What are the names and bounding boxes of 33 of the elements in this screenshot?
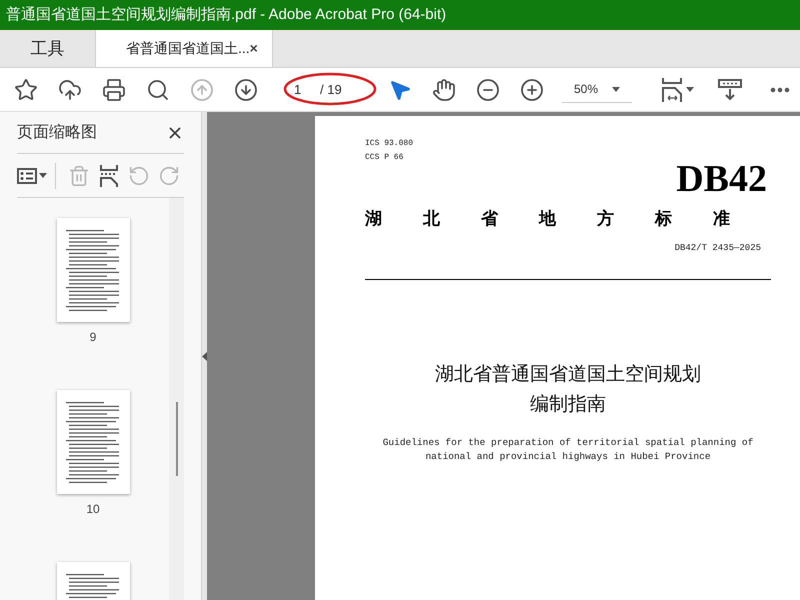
caret-icon xyxy=(39,173,47,178)
page-thumbnail[interactable] xyxy=(56,390,130,494)
page-number-label: 9 xyxy=(90,329,96,346)
options-dropdown[interactable] xyxy=(17,162,56,188)
page-total: / 19 xyxy=(320,80,342,99)
document-title: 湖北省普通国省道国土空间规划 xyxy=(435,362,701,387)
page-number-field[interactable]: 1 xyxy=(290,80,310,100)
close-tab-button[interactable]: × xyxy=(250,38,258,59)
collapse-arrow-icon[interactable] xyxy=(202,352,207,360)
page-fit-icon xyxy=(662,78,684,102)
standard-code: DB42 xyxy=(676,158,767,200)
tab-label: 省普通国省道国土... xyxy=(126,39,250,58)
document-title: 编制指南 xyxy=(530,393,606,417)
page-fit-button[interactable] xyxy=(662,78,694,102)
document-tab[interactable]: 工具 xyxy=(0,30,95,67)
page-number-label: 10 xyxy=(86,501,100,518)
list-icon xyxy=(17,168,37,184)
zoom-dropdown[interactable]: 50% xyxy=(562,76,632,102)
tab-label: 工具 xyxy=(30,38,64,60)
english-title: Guidelines for the preparation of territorial spatial planning of xyxy=(382,436,754,450)
standard-category: 湖北省地方标准 xyxy=(365,208,771,230)
standard-number: DB42/T 2435—2025 xyxy=(674,242,761,254)
caret-icon xyxy=(612,86,620,92)
english-title: national and provincial highways in Hubei Province xyxy=(425,450,711,464)
document-tab[interactable]: 省普通国省道国土...× xyxy=(95,30,273,67)
ccs-code: CCS P 66 xyxy=(365,152,404,164)
ics-code: ICS 93.080 xyxy=(365,138,414,150)
window-title: 普通国省道国土空间规划编制指南.pdf - Adobe Acrobat Pro (64-bit) xyxy=(6,4,446,25)
keyboard-download-icon[interactable] xyxy=(718,78,742,100)
panel-title: 页面缩略图 xyxy=(17,122,97,142)
caret-icon xyxy=(686,87,694,92)
scrollbar-thumb[interactable] xyxy=(176,402,178,476)
page-thumbnail[interactable] xyxy=(56,218,130,322)
